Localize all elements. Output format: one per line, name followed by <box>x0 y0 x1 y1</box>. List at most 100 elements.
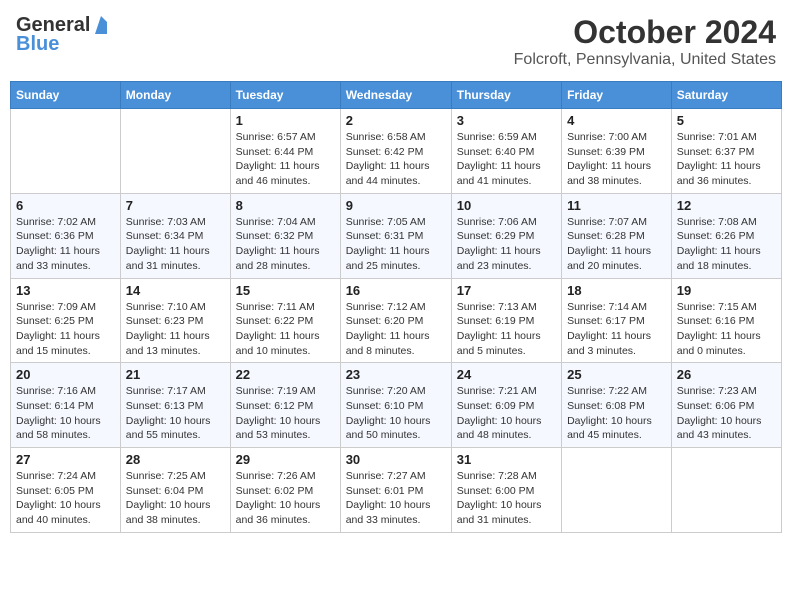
col-sunday: Sunday <box>11 82 121 109</box>
day-number: 19 <box>677 283 776 298</box>
table-row: 16 Sunrise: 7:12 AMSunset: 6:20 PMDayligh… <box>340 278 451 363</box>
day-number: 3 <box>457 113 556 128</box>
day-info: Sunrise: 7:25 AMSunset: 6:04 PMDaylight:… <box>126 469 225 528</box>
day-number: 31 <box>457 452 556 467</box>
day-number: 8 <box>236 198 335 213</box>
day-number: 25 <box>567 367 666 382</box>
day-info: Sunrise: 7:11 AMSunset: 6:22 PMDaylight:… <box>236 300 335 359</box>
day-info: Sunrise: 7:21 AMSunset: 6:09 PMDaylight:… <box>457 384 556 443</box>
day-info: Sunrise: 7:02 AMSunset: 6:36 PMDaylight:… <box>16 215 115 274</box>
day-number: 12 <box>677 198 776 213</box>
table-row: 5Sunrise: 7:01 AMSunset: 6:37 PMDaylight… <box>671 109 781 194</box>
day-info: Sunrise: 7:12 AMSunset: 6:20 PMDaylight:… <box>346 300 446 359</box>
calendar-table: Sunday Monday Tuesday Wednesday Thursday… <box>10 81 782 533</box>
day-info: Sunrise: 7:09 AMSunset: 6:25 PMDaylight:… <box>16 300 115 359</box>
table-row: 1 Sunrise: 6:57 AMSunset: 6:44 PMDaylight… <box>230 109 340 194</box>
day-number: 28 <box>126 452 225 467</box>
day-info: Sunrise: 7:04 AMSunset: 6:32 PMDaylight:… <box>236 215 335 274</box>
logo: General Blue <box>16 14 112 56</box>
day-number: 26 <box>677 367 776 382</box>
day-info: Sunrise: 7:27 AMSunset: 6:01 PMDaylight:… <box>346 469 446 528</box>
calendar-header-row: Sunday Monday Tuesday Wednesday Thursday… <box>11 82 782 109</box>
day-info: Sunrise: 7:19 AMSunset: 6:12 PMDaylight:… <box>236 384 335 443</box>
calendar-week-row: 1 Sunrise: 6:57 AMSunset: 6:44 PMDaylight… <box>11 109 782 194</box>
day-info: Sunrise: 7:03 AMSunset: 6:34 PMDaylight:… <box>126 215 225 274</box>
location-title: Folcroft, Pennsylvania, United States <box>514 51 776 69</box>
table-row: 14Sunrise: 7:10 AMSunset: 6:23 PMDayligh… <box>120 278 230 363</box>
table-row: 8 Sunrise: 7:04 AMSunset: 6:32 PMDaylight… <box>230 193 340 278</box>
day-info: Sunrise: 7:00 AMSunset: 6:39 PMDaylight:… <box>567 130 666 189</box>
page-header: General Blue October 2024 Folcroft, Penn… <box>10 10 782 73</box>
title-block: October 2024 Folcroft, Pennsylvania, Uni… <box>514 14 776 69</box>
table-row: 9 Sunrise: 7:05 AMSunset: 6:31 PMDaylight… <box>340 193 451 278</box>
table-row: 2 Sunrise: 6:58 AMSunset: 6:42 PMDaylight… <box>340 109 451 194</box>
calendar-week-row: 20 Sunrise: 7:16 AMSunset: 6:14 PMDayligh… <box>11 363 782 448</box>
table-row: 18 Sunrise: 7:14 AMSunset: 6:17 PMDayligh… <box>562 278 672 363</box>
day-number: 17 <box>457 283 556 298</box>
day-info: Sunrise: 7:23 AMSunset: 6:06 PMDaylight:… <box>677 384 776 443</box>
table-row: 22 Sunrise: 7:19 AMSunset: 6:12 PMDayligh… <box>230 363 340 448</box>
day-info: Sunrise: 7:17 AMSunset: 6:13 PMDaylight:… <box>126 384 225 443</box>
table-row: 27Sunrise: 7:24 AMSunset: 6:05 PMDayligh… <box>11 448 121 533</box>
table-row: 24Sunrise: 7:21 AMSunset: 6:09 PMDayligh… <box>451 363 561 448</box>
table-row: 23Sunrise: 7:20 AMSunset: 6:10 PMDayligh… <box>340 363 451 448</box>
calendar-week-row: 27Sunrise: 7:24 AMSunset: 6:05 PMDayligh… <box>11 448 782 533</box>
day-number: 29 <box>236 452 335 467</box>
table-row: 4Sunrise: 7:00 AMSunset: 6:39 PMDaylight… <box>562 109 672 194</box>
table-row: 13 Sunrise: 7:09 AMSunset: 6:25 PMDayligh… <box>11 278 121 363</box>
table-row: 29 Sunrise: 7:26 AMSunset: 6:02 PMDayligh… <box>230 448 340 533</box>
table-row: 21 Sunrise: 7:17 AMSunset: 6:13 PMDayligh… <box>120 363 230 448</box>
table-row <box>11 109 121 194</box>
table-row: 12 Sunrise: 7:08 AMSunset: 6:26 PMDayligh… <box>671 193 781 278</box>
day-number: 30 <box>346 452 446 467</box>
day-info: Sunrise: 7:20 AMSunset: 6:10 PMDaylight:… <box>346 384 446 443</box>
day-number: 22 <box>236 367 335 382</box>
day-info: Sunrise: 7:14 AMSunset: 6:17 PMDaylight:… <box>567 300 666 359</box>
day-info: Sunrise: 6:57 AMSunset: 6:44 PMDaylight:… <box>236 130 335 189</box>
day-number: 13 <box>16 283 115 298</box>
day-number: 5 <box>677 113 776 128</box>
table-row: 7 Sunrise: 7:03 AMSunset: 6:34 PMDaylight… <box>120 193 230 278</box>
day-number: 14 <box>126 283 225 298</box>
table-row: 3 Sunrise: 6:59 AMSunset: 6:40 PMDaylight… <box>451 109 561 194</box>
table-row <box>562 448 672 533</box>
table-row: 15Sunrise: 7:11 AMSunset: 6:22 PMDayligh… <box>230 278 340 363</box>
table-row: 6 Sunrise: 7:02 AMSunset: 6:36 PMDaylight… <box>11 193 121 278</box>
day-number: 7 <box>126 198 225 213</box>
day-info: Sunrise: 7:05 AMSunset: 6:31 PMDaylight:… <box>346 215 446 274</box>
day-number: 18 <box>567 283 666 298</box>
day-info: Sunrise: 7:06 AMSunset: 6:29 PMDaylight:… <box>457 215 556 274</box>
table-row: 26 Sunrise: 7:23 AMSunset: 6:06 PMDayligh… <box>671 363 781 448</box>
day-number: 21 <box>126 367 225 382</box>
day-number: 20 <box>16 367 115 382</box>
day-number: 1 <box>236 113 335 128</box>
day-info: Sunrise: 7:16 AMSunset: 6:14 PMDaylight:… <box>16 384 115 443</box>
table-row: 10 Sunrise: 7:06 AMSunset: 6:29 PMDayligh… <box>451 193 561 278</box>
col-saturday: Saturday <box>671 82 781 109</box>
table-row: 28 Sunrise: 7:25 AMSunset: 6:04 PMDayligh… <box>120 448 230 533</box>
table-row: 25Sunrise: 7:22 AMSunset: 6:08 PMDayligh… <box>562 363 672 448</box>
day-number: 6 <box>16 198 115 213</box>
col-monday: Monday <box>120 82 230 109</box>
col-thursday: Thursday <box>451 82 561 109</box>
day-info: Sunrise: 6:58 AMSunset: 6:42 PMDaylight:… <box>346 130 446 189</box>
day-number: 9 <box>346 198 446 213</box>
col-friday: Friday <box>562 82 672 109</box>
day-info: Sunrise: 7:24 AMSunset: 6:05 PMDaylight:… <box>16 469 115 528</box>
day-info: Sunrise: 6:59 AMSunset: 6:40 PMDaylight:… <box>457 130 556 189</box>
table-row: 30 Sunrise: 7:27 AMSunset: 6:01 PMDayligh… <box>340 448 451 533</box>
day-number: 2 <box>346 113 446 128</box>
day-number: 10 <box>457 198 556 213</box>
table-row: 17Sunrise: 7:13 AMSunset: 6:19 PMDayligh… <box>451 278 561 363</box>
table-row: 19Sunrise: 7:15 AMSunset: 6:16 PMDayligh… <box>671 278 781 363</box>
table-row: 11Sunrise: 7:07 AMSunset: 6:28 PMDayligh… <box>562 193 672 278</box>
table-row: 20 Sunrise: 7:16 AMSunset: 6:14 PMDayligh… <box>11 363 121 448</box>
day-info: Sunrise: 7:28 AMSunset: 6:00 PMDaylight:… <box>457 469 556 528</box>
table-row <box>120 109 230 194</box>
day-number: 16 <box>346 283 446 298</box>
day-number: 11 <box>567 198 666 213</box>
day-info: Sunrise: 7:08 AMSunset: 6:26 PMDaylight:… <box>677 215 776 274</box>
day-info: Sunrise: 7:26 AMSunset: 6:02 PMDaylight:… <box>236 469 335 528</box>
table-row <box>671 448 781 533</box>
logo-blue-text: Blue <box>16 33 59 56</box>
